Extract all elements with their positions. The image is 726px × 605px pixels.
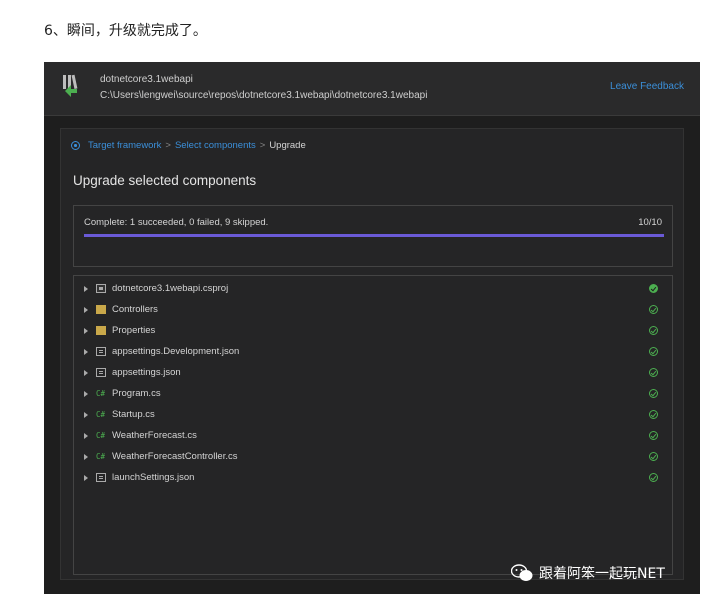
upgrade-assistant-window: dotnetcore3.1webapi C:\Users\lengwei\sou… [44, 62, 700, 594]
skipped-check-icon [649, 305, 658, 314]
file-label: Program.cs [112, 388, 161, 399]
skipped-check-icon [649, 410, 658, 419]
wechat-watermark: 跟着阿笨一起玩NET [511, 560, 665, 586]
breadcrumb-separator: > [259, 140, 266, 151]
file-label: Startup.cs [112, 409, 155, 420]
json-file-icon [96, 473, 106, 482]
file-label: dotnetcore3.1webapi.csproj [112, 283, 229, 294]
folder-icon [96, 305, 106, 314]
chevron-right-icon[interactable] [84, 306, 88, 313]
csharp-file-icon: C# [96, 409, 106, 419]
wechat-icon [511, 564, 533, 581]
chevron-right-icon[interactable] [84, 369, 88, 376]
progress-count: 10/10 [638, 217, 662, 228]
skipped-check-icon [649, 368, 658, 377]
list-item[interactable]: launchSettings.json [74, 467, 672, 488]
json-file-icon [96, 368, 106, 377]
list-item[interactable]: C# WeatherForecast.cs [74, 425, 672, 446]
breadcrumb-target-framework[interactable]: Target framework [88, 140, 161, 151]
skipped-check-icon [649, 431, 658, 440]
chevron-right-icon[interactable] [84, 474, 88, 481]
breadcrumb-select-components[interactable]: Select components [175, 140, 256, 151]
file-label: appsettings.Development.json [112, 346, 240, 357]
skipped-check-icon [649, 326, 658, 335]
skipped-check-icon [649, 347, 658, 356]
file-label: Controllers [112, 304, 158, 315]
json-file-icon [96, 347, 106, 356]
skipped-check-icon [649, 452, 658, 461]
skipped-check-icon [649, 473, 658, 482]
csharp-file-icon: C# [96, 388, 106, 398]
list-item[interactable]: appsettings.json [74, 362, 672, 383]
article-caption: 6、瞬间，升级就完成了。 [44, 23, 207, 39]
chevron-right-icon[interactable] [84, 285, 88, 292]
project-name: dotnetcore3.1webapi [100, 74, 193, 85]
file-label: launchSettings.json [112, 472, 195, 483]
list-item[interactable]: C# Startup.cs [74, 404, 672, 425]
window-header: dotnetcore3.1webapi C:\Users\lengwei\sou… [44, 62, 700, 116]
breadcrumb-separator: > [165, 140, 171, 151]
progress-bar-fill [84, 234, 664, 237]
success-check-icon [649, 284, 658, 293]
chevron-right-icon[interactable] [84, 348, 88, 355]
list-item[interactable]: Controllers [74, 299, 672, 320]
file-label: Properties [112, 325, 156, 336]
component-list: dotnetcore3.1webapi.csproj Controllers Pro… [73, 275, 673, 575]
status-text: Complete: 1 succeeded, 0 failed, 9 skipp… [84, 217, 269, 228]
csharp-file-icon: C# [96, 430, 106, 440]
chevron-right-icon[interactable] [84, 411, 88, 418]
folder-icon [96, 326, 106, 335]
progress-bar [84, 234, 664, 237]
skipped-check-icon [649, 389, 658, 398]
chevron-right-icon[interactable] [84, 327, 88, 334]
leave-feedback-link[interactable]: Leave Feedback [610, 81, 684, 92]
breadcrumb: Target framework > Select components > U… [71, 140, 306, 151]
back-circle-icon[interactable] [71, 141, 80, 150]
list-item[interactable]: C# Program.cs [74, 383, 672, 404]
page-title: Upgrade selected components [73, 173, 257, 188]
file-label: WeatherForecast.cs [112, 430, 197, 441]
status-box: Complete: 1 succeeded, 0 failed, 9 skipp… [73, 205, 673, 267]
csharp-file-icon: C# [96, 451, 106, 461]
upgrade-assistant-logo-icon [63, 74, 78, 97]
breadcrumb-upgrade: Upgrade [269, 140, 306, 151]
project-icon [96, 284, 106, 293]
watermark-text: 跟着阿笨一起玩NET [539, 566, 665, 582]
list-item[interactable]: Properties [74, 320, 672, 341]
chevron-right-icon[interactable] [84, 390, 88, 397]
file-label: appsettings.json [112, 367, 181, 378]
file-label: WeatherForecastController.cs [112, 451, 238, 462]
project-path: C:\Users\lengwei\source\repos\dotnetcore… [100, 90, 428, 101]
list-item[interactable]: dotnetcore3.1webapi.csproj [74, 278, 672, 299]
list-item[interactable]: appsettings.Development.json [74, 341, 672, 362]
chevron-right-icon[interactable] [84, 432, 88, 439]
list-item[interactable]: C# WeatherForecastController.cs [74, 446, 672, 467]
chevron-right-icon[interactable] [84, 453, 88, 460]
upgrade-panel: Target framework > Select components > U… [60, 128, 684, 580]
